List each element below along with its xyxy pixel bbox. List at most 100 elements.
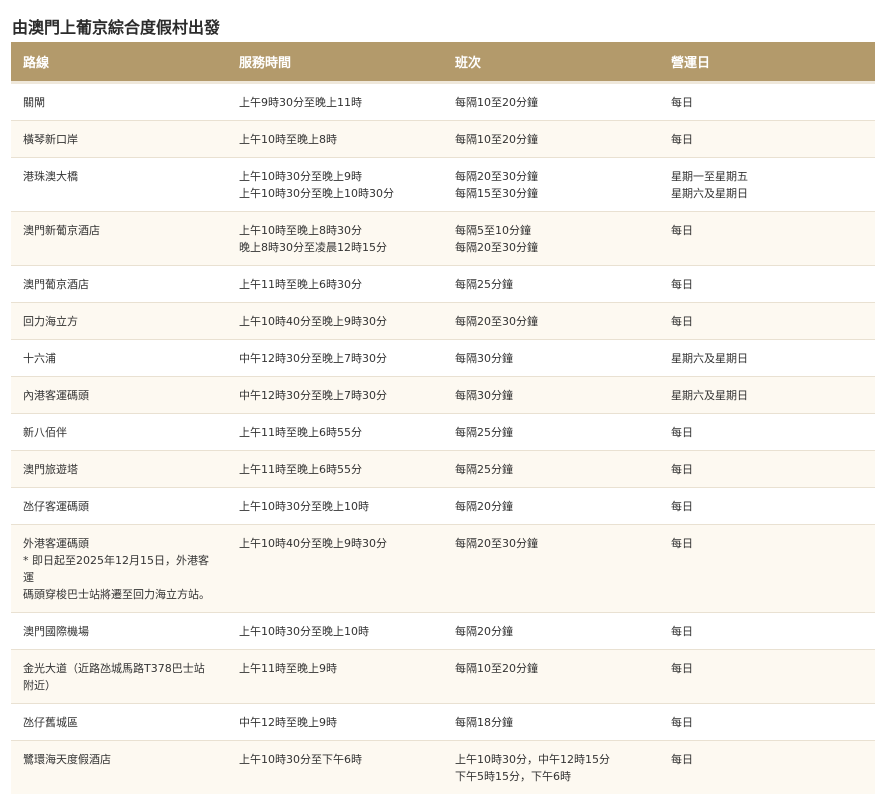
cell-text: 上午10時30分至晚上9時 (239, 169, 362, 183)
service-time-cell: 上午10時40分至晚上9時30分 (227, 523, 443, 612)
cell-text: 每日 (671, 752, 693, 766)
cell-text: 每隔25分鐘 (455, 425, 513, 439)
cell-text: 每隔20至30分鐘 (455, 169, 538, 183)
operating-days-cell: 星期六及星期日 (659, 375, 875, 413)
operating-days-cell: 星期六及星期日 (659, 338, 875, 376)
operating-days-cell: 每日 (659, 486, 875, 524)
service-time-cell: 上午10時至晚上8時 (227, 119, 443, 157)
service-time-cell: 中午12時30分至晚上7時30分 (227, 338, 443, 376)
cell-text: 每隔30分鐘 (455, 388, 513, 402)
operating-days-cell: 每日 (659, 739, 875, 794)
table-row: 關閘 上午9時30分至晚上11時 每隔10至20分鐘 每日 (11, 80, 875, 120)
table-row: 澳門葡京酒店 上午11時至晚上6時30分 每隔25分鐘 每日 (11, 264, 875, 302)
route-cell: 十六浦 (11, 338, 227, 376)
frequency-cell: 每隔20至30分鐘 每隔15至30分鐘 (443, 156, 659, 211)
cell-text: 下午5時15分，下午6時 (455, 769, 571, 783)
service-time-cell: 上午10時30分至晚上10時 (227, 611, 443, 649)
table-row: 澳門國際機場 上午10時30分至晚上10時 每隔20分鐘 每日 (11, 611, 875, 649)
cell-text: 每隔20至30分鐘 (455, 536, 538, 550)
cell-text: 碼頭穿梭巴士站將遷至回力海立方站。 (23, 587, 210, 601)
cell-text: 上午10時40分至晚上9時30分 (239, 314, 387, 328)
header-operating-days: 營運日 (659, 42, 875, 82)
header-frequency: 班次 (443, 42, 659, 82)
cell-text: 上午10時至晚上8時 (239, 132, 337, 146)
route-cell: 澳門旅遊塔 (11, 449, 227, 487)
cell-text: 上午11時至晚上6時55分 (239, 462, 362, 476)
cell-text: 回力海立方 (23, 314, 78, 328)
shuttle-schedule-table: 路線 服務時間 班次 營運日 關閘 上午9時30分至晚上11時 每隔10至20分鐘每… (11, 42, 875, 794)
frequency-cell: 每隔25分鐘 (443, 449, 659, 487)
frequency-cell: 每隔25分鐘 (443, 412, 659, 450)
cell-text: 上午11時至晚上9時 (239, 661, 337, 675)
cell-text: 每日 (671, 277, 693, 291)
route-cell: 回力海立方 (11, 301, 227, 339)
cell-text: 每隔20分鐘 (455, 624, 513, 638)
table-row: 氹仔舊城區 中午12時至晚上9時 每隔18分鐘 每日 (11, 702, 875, 740)
cell-text: 每隔20分鐘 (455, 499, 513, 513)
cell-text: 每日 (671, 223, 693, 237)
route-cell: 澳門國際機場 (11, 611, 227, 649)
table-row: 澳門旅遊塔 上午11時至晚上6時55分 每隔25分鐘 每日 (11, 449, 875, 487)
cell-text: 外港客運碼頭 (23, 536, 89, 550)
table-row: 氹仔客運碼頭 上午10時30分至晚上10時 每隔20分鐘 每日 (11, 486, 875, 524)
cell-text: 星期六及星期日 (671, 186, 748, 200)
table-body: 關閘 上午9時30分至晚上11時 每隔10至20分鐘 每日 橫琴新口岸 上午10時至晚上8… (11, 80, 875, 794)
frequency-cell: 每隔5至10分鐘 每隔20至30分鐘 (443, 210, 659, 265)
cell-text: 每隔20至30分鐘 (455, 314, 538, 328)
cell-text: 中午12時30分至晚上7時30分 (239, 388, 387, 402)
route-cell: 鷺環海天度假酒店 (11, 739, 227, 794)
cell-text: 星期六及星期日 (671, 351, 748, 365)
operating-days-cell: 每日 (659, 210, 875, 265)
cell-text: 氹仔客運碼頭 (23, 499, 89, 513)
cell-text: 每隔30分鐘 (455, 351, 513, 365)
cell-text: 金光大道（近路氹城馬路T378巴士站 (23, 661, 205, 675)
cell-text: 新八佰伴 (23, 425, 67, 439)
table-row: 橫琴新口岸 上午10時至晚上8時 每隔10至20分鐘 每日 (11, 119, 875, 157)
route-cell: 關閘 (11, 80, 227, 120)
cell-text: 每日 (671, 715, 693, 729)
service-time-cell: 中午12時至晚上9時 (227, 702, 443, 740)
cell-text: 上午10時30分，中午12時15分 (455, 752, 610, 766)
cell-text: 每隔5至10分鐘 (455, 223, 531, 237)
frequency-cell: 每隔20至30分鐘 (443, 301, 659, 339)
route-cell: 港珠澳大橋 (11, 156, 227, 211)
operating-days-cell: 每日 (659, 80, 875, 120)
frequency-cell: 每隔10至20分鐘 (443, 119, 659, 157)
frequency-cell: 每隔30分鐘 (443, 338, 659, 376)
operating-days-cell: 每日 (659, 301, 875, 339)
cell-text: 每日 (671, 499, 693, 513)
frequency-cell: 每隔18分鐘 (443, 702, 659, 740)
frequency-cell: 每隔20至30分鐘 (443, 523, 659, 612)
table-row: 十六浦 中午12時30分至晚上7時30分 每隔30分鐘 星期六及星期日 (11, 338, 875, 376)
service-time-cell: 中午12時30分至晚上7時30分 (227, 375, 443, 413)
cell-text: 橫琴新口岸 (23, 132, 78, 146)
operating-days-cell: 每日 (659, 449, 875, 487)
frequency-cell: 每隔20分鐘 (443, 486, 659, 524)
frequency-cell: 每隔25分鐘 (443, 264, 659, 302)
cell-text: 澳門葡京酒店 (23, 277, 89, 291)
cell-text: 十六浦 (23, 351, 56, 365)
cell-text: 每隔25分鐘 (455, 277, 513, 291)
frequency-cell: 每隔10至20分鐘 (443, 648, 659, 703)
frequency-cell: 上午10時30分，中午12時15分 下午5時15分，下午6時 (443, 739, 659, 794)
route-cell: 氹仔舊城區 (11, 702, 227, 740)
operating-days-cell: 每日 (659, 264, 875, 302)
cell-text: 澳門旅遊塔 (23, 462, 78, 476)
cell-text: 上午10時40分至晚上9時30分 (239, 536, 387, 550)
route-cell: 橫琴新口岸 (11, 119, 227, 157)
service-time-cell: 上午10時30分至晚上9時 上午10時30分至晚上10時30分 (227, 156, 443, 211)
cell-text: 每隔10至20分鐘 (455, 661, 538, 675)
service-time-cell: 上午10時至晚上8時30分 晚上8時30分至凌晨12時15分 (227, 210, 443, 265)
route-cell: 氹仔客運碼頭 (11, 486, 227, 524)
operating-days-cell: 每日 (659, 611, 875, 649)
operating-days-cell: 每日 (659, 702, 875, 740)
cell-text: 每日 (671, 425, 693, 439)
cell-text: 上午11時至晚上6時30分 (239, 277, 362, 291)
schedule-section: 由澳門上葡京綜合度假村出發 路線 服務時間 班次 營運日 關閘 上午9時30分至晚… (11, 0, 875, 794)
service-time-cell: 上午11時至晚上6時30分 (227, 264, 443, 302)
route-cell: 外港客運碼頭 * 即日起至2025年12月15日，外港客運 碼頭穿梭巴士站將遷至回力… (11, 523, 227, 612)
cell-text: 附近） (23, 678, 56, 692)
cell-text: 星期一至星期五 (671, 169, 748, 183)
cell-text: 晚上8時30分至凌晨12時15分 (239, 240, 387, 254)
route-cell: 新八佰伴 (11, 412, 227, 450)
